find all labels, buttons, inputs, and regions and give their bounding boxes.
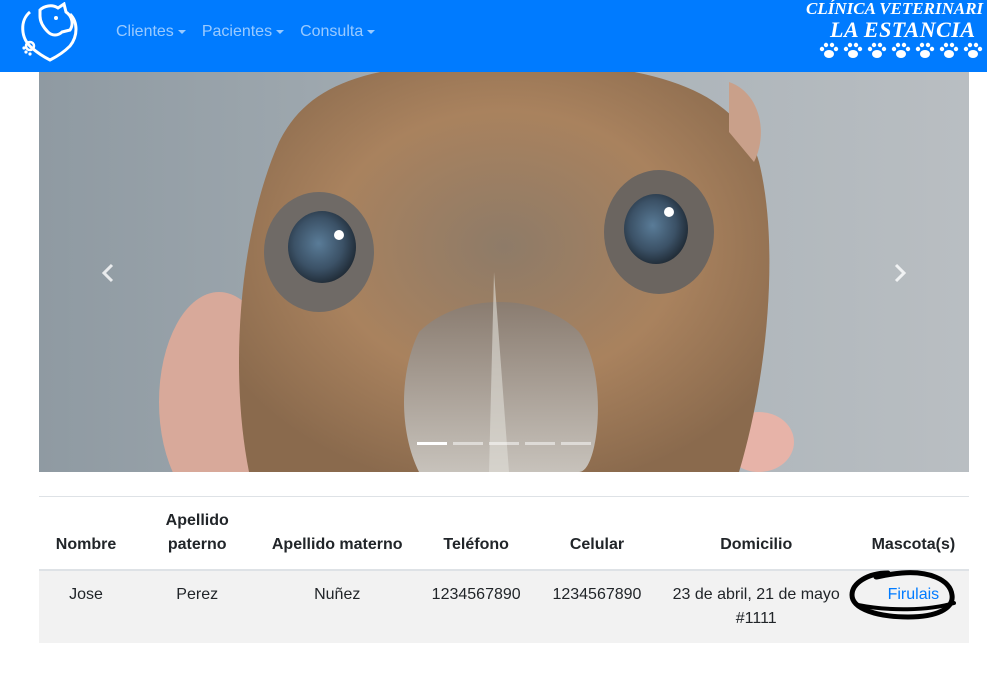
header-mascotas: Mascota(s) (857, 496, 969, 571)
clients-table: Nombre Apellido paterno Apellido materno… (39, 496, 969, 643)
chevron-left-icon (101, 263, 114, 283)
header-domicilio: Domicilio (654, 496, 858, 571)
carousel-indicator[interactable] (417, 442, 447, 445)
table-row: Jose Perez Nuñez 1234567890 1234567890 2… (39, 570, 969, 643)
nav-clientes-label: Clientes (116, 23, 174, 40)
caret-down-icon (367, 30, 376, 34)
header-apellido-materno: Apellido materno (261, 496, 414, 571)
image-carousel (39, 72, 969, 472)
nav-pacientes-label: Pacientes (201, 23, 273, 40)
header-nombre: Nombre (39, 496, 134, 571)
pet-link-label: Firulais (887, 586, 940, 603)
paw-icon (939, 42, 959, 58)
table-header-row: Nombre Apellido paterno Apellido materno… (39, 496, 969, 571)
navbar: Clientes Pacientes Consulta CLÍNICA VETE… (0, 0, 987, 72)
header-apellido-paterno: Apellido paterno (133, 496, 262, 571)
main-nav: Clientes Pacientes Consulta (116, 0, 391, 64)
carousel-prev-button[interactable] (94, 258, 124, 288)
cell-apellido-paterno: Perez (133, 570, 262, 643)
cell-apellido-materno: Nuñez (261, 570, 414, 643)
carousel-indicators (417, 442, 591, 445)
header-telefono: Teléfono (413, 496, 540, 571)
cell-mascota: Firulais (849, 570, 969, 643)
nav-pacientes-dropdown[interactable]: Pacientes (201, 23, 285, 41)
paw-icon (891, 42, 911, 58)
cell-telefono: 1234567890 (413, 570, 540, 643)
paw-icon (819, 42, 839, 58)
nav-clientes-dropdown[interactable]: Clientes (116, 23, 186, 41)
carousel-slide-image (39, 72, 969, 472)
cell-domicilio: 23 de abril, 21 de mayo #1111 (654, 570, 858, 643)
carousel-indicator[interactable] (561, 442, 591, 445)
cell-nombre: Jose (39, 570, 134, 643)
caret-down-icon (276, 30, 285, 34)
caret-down-icon (177, 30, 186, 34)
brand-subtitle: LA ESTANCIA (830, 17, 976, 42)
carousel-indicator[interactable] (525, 442, 555, 445)
clients-table-container: Nombre Apellido paterno Apellido materno… (39, 496, 969, 643)
carousel-indicator[interactable] (489, 442, 519, 445)
cell-celular: 1234567890 (539, 570, 655, 643)
paw-prints (818, 42, 984, 60)
paw-icon (843, 42, 863, 58)
nav-consulta-dropdown[interactable]: Consulta (300, 23, 376, 41)
header-celular: Celular (539, 496, 655, 571)
paw-icon (915, 42, 935, 58)
pet-link[interactable]: Firulais (849, 570, 956, 620)
chevron-right-icon (894, 263, 907, 283)
brand-title: CLÍNICA VETERINARI (806, 0, 984, 18)
nav-consulta-label: Consulta (300, 23, 364, 40)
clinic-logo-icon[interactable] (18, 1, 82, 62)
clinic-brand: CLÍNICA VETERINARI LA ESTANCIA (806, 0, 987, 58)
carousel-next-button[interactable] (884, 258, 914, 288)
carousel-indicator[interactable] (453, 442, 483, 445)
paw-icon (867, 42, 887, 58)
paw-icon (963, 42, 983, 58)
